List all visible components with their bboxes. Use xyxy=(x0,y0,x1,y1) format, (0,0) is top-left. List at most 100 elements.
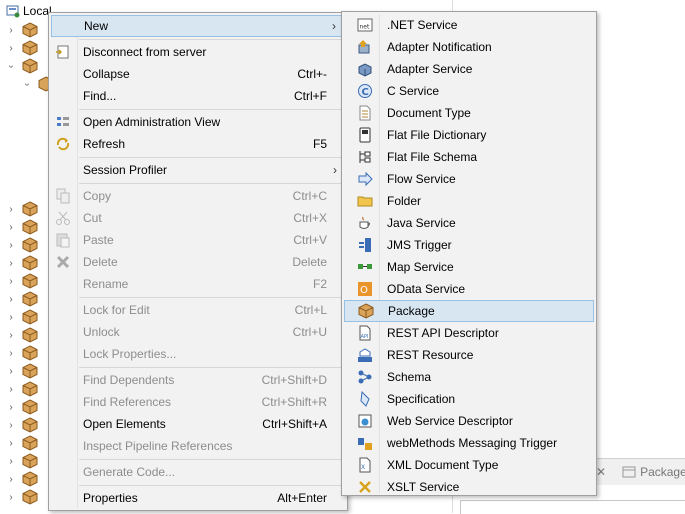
submenu-item-folder[interactable]: Folder xyxy=(344,190,594,212)
tree-row[interactable]: › xyxy=(6,470,38,488)
submenu-item-dotnet-service[interactable]: net .NET Service xyxy=(344,14,594,36)
submenu-item-rest-api-descriptor[interactable]: API REST API Descriptor xyxy=(344,322,594,344)
tab-package[interactable]: Package xyxy=(622,465,685,479)
tree-row[interactable]: › xyxy=(6,39,38,57)
submenu-item-odata-service[interactable]: O OData Service xyxy=(344,278,594,300)
expand-arrow-icon[interactable]: › xyxy=(6,492,16,503)
expand-arrow-icon[interactable]: › xyxy=(6,438,16,449)
expand-arrow-icon[interactable]: › xyxy=(6,420,16,431)
tree-row[interactable]: › xyxy=(6,344,38,362)
submenu-item-adapter-service[interactable]: Adapter Service xyxy=(344,58,594,80)
menu-item-open-elements[interactable]: Open Elements Ctrl+Shift+A xyxy=(51,413,345,435)
submenu-item-label: Flow Service xyxy=(387,172,456,186)
package-icon xyxy=(22,453,38,469)
expand-arrow-icon[interactable]: › xyxy=(6,474,16,485)
expand-arrow-icon[interactable]: › xyxy=(6,294,16,305)
package-icon xyxy=(22,219,38,235)
menu-item-open-admin-view[interactable]: Open Administration View xyxy=(51,111,345,133)
expand-arrow-icon[interactable]: › xyxy=(6,25,16,36)
close-icon[interactable]: ✕ xyxy=(596,465,606,479)
submenu-item-jms-trigger[interactable]: JMS Trigger xyxy=(344,234,594,256)
tree-row[interactable]: › xyxy=(6,362,38,380)
menu-item-find-dependents[interactable]: Find Dependents Ctrl+Shift+D xyxy=(51,369,345,391)
menu-item-inspect-pipeline[interactable]: Inspect Pipeline References xyxy=(51,435,345,457)
menu-separator xyxy=(79,297,343,298)
submenu-item-document-type[interactable]: Document Type xyxy=(344,102,594,124)
menu-item-find-references[interactable]: Find References Ctrl+Shift+R xyxy=(51,391,345,413)
submenu-item-flat-file-dictionary[interactable]: Flat File Dictionary xyxy=(344,124,594,146)
tree-row[interactable]: › xyxy=(6,218,38,236)
expand-arrow-icon[interactable]: › xyxy=(6,384,16,395)
submenu-item-rest-resource[interactable]: REST Resource xyxy=(344,344,594,366)
tree-row[interactable]: › xyxy=(6,200,38,218)
submenu-item-schema[interactable]: Schema xyxy=(344,366,594,388)
menu-item-paste[interactable]: Paste Ctrl+V xyxy=(51,229,345,251)
submenu-item-specification[interactable]: Specification xyxy=(344,388,594,410)
menu-item-disconnect[interactable]: Disconnect from server xyxy=(51,41,345,63)
menu-item-copy[interactable]: Copy Ctrl+C xyxy=(51,185,345,207)
submenu-item-label: XML Document Type xyxy=(387,458,499,472)
expand-arrow-icon[interactable]: › xyxy=(6,366,16,377)
expand-arrow-icon[interactable]: › xyxy=(6,456,16,467)
submenu-item-package[interactable]: Package xyxy=(344,300,594,322)
submenu-item-label: Folder xyxy=(387,194,422,208)
menu-item-lock-for-edit[interactable]: Lock for Edit Ctrl+L xyxy=(51,299,345,321)
expand-arrow-icon[interactable]: › xyxy=(6,258,16,269)
menu-item-generate-code[interactable]: Generate Code... xyxy=(51,461,345,483)
expand-arrow-icon[interactable]: › xyxy=(6,330,16,341)
menu-item-refresh[interactable]: Refresh F5 xyxy=(51,133,345,155)
menu-item-rename[interactable]: Rename F2 xyxy=(51,273,345,295)
menu-item-collapse[interactable]: Collapse Ctrl+- xyxy=(51,63,345,85)
tree-row[interactable]: › xyxy=(6,398,38,416)
expand-arrow-icon[interactable]: › xyxy=(6,348,16,359)
tree-row[interactable]: › xyxy=(6,290,38,308)
submenu-item-xslt-service[interactable]: XSLT Service xyxy=(344,476,594,498)
package-icon xyxy=(22,291,38,307)
tree-row[interactable]: › xyxy=(6,452,38,470)
tree-row[interactable]: › xyxy=(6,326,38,344)
submenu-item-flat-file-schema[interactable]: Flat File Schema xyxy=(344,146,594,168)
menu-item-shortcut: Ctrl+Shift+A xyxy=(262,417,327,431)
expand-arrow-icon[interactable]: › xyxy=(22,79,33,89)
menu-item-session-profiler[interactable]: Session Profiler › xyxy=(51,159,345,181)
expand-arrow-icon[interactable]: › xyxy=(6,240,16,251)
submenu-item-java-service[interactable]: Java Service xyxy=(344,212,594,234)
submenu-item-xml-document-type[interactable]: X XML Document Type xyxy=(344,454,594,476)
menu-item-lock-properties[interactable]: Lock Properties... xyxy=(51,343,345,365)
submenu-item-webmethods-messaging-trigger[interactable]: webMethods Messaging Trigger xyxy=(344,432,594,454)
menu-item-cut[interactable]: Cut Ctrl+X xyxy=(51,207,345,229)
submenu-item-web-service-descriptor[interactable]: Web Service Descriptor xyxy=(344,410,594,432)
expand-arrow-icon[interactable]: › xyxy=(6,204,16,215)
tree-row[interactable]: › xyxy=(6,380,38,398)
tree-row[interactable]: › xyxy=(6,488,38,506)
submenu-item-label: Schema xyxy=(387,370,432,384)
tree-root-local[interactable]: Local xyxy=(6,3,52,19)
expand-arrow-icon[interactable]: › xyxy=(6,222,16,233)
submenu-item-c-service[interactable]: C C Service xyxy=(344,80,594,102)
tree-row[interactable]: › xyxy=(6,254,38,272)
menu-item-properties[interactable]: Properties Alt+Enter xyxy=(51,487,345,509)
tree-row[interactable]: › xyxy=(6,416,38,434)
submenu-item-flow-service[interactable]: Flow Service xyxy=(344,168,594,190)
menu-item-unlock[interactable]: Unlock Ctrl+U xyxy=(51,321,345,343)
expand-arrow-icon[interactable]: › xyxy=(6,312,16,323)
menu-item-shortcut: Ctrl+Shift+D xyxy=(261,373,327,387)
tree-row[interactable]: › xyxy=(6,21,38,39)
tree-row[interactable]: › xyxy=(6,57,38,75)
svg-text:C: C xyxy=(362,87,369,98)
menu-item-find[interactable]: Find... Ctrl+F xyxy=(51,85,345,107)
expand-arrow-icon[interactable]: › xyxy=(6,402,16,413)
tree-row[interactable]: › xyxy=(6,308,38,326)
tree-row[interactable]: › xyxy=(6,272,38,290)
expand-arrow-icon[interactable]: › xyxy=(6,276,16,287)
tree-row[interactable]: › xyxy=(6,236,38,254)
expand-arrow-icon[interactable]: › xyxy=(6,43,16,54)
tree-row[interactable]: › xyxy=(6,434,38,452)
submenu-item-map-service[interactable]: Map Service xyxy=(344,256,594,278)
menu-item-new[interactable]: New › xyxy=(51,15,345,37)
submenu-item-adapter-notification[interactable]: Adapter Notification xyxy=(344,36,594,58)
collapse-arrow-icon[interactable]: › xyxy=(6,61,17,71)
menu-item-delete[interactable]: Delete Delete xyxy=(51,251,345,273)
submenu-item-label: REST API Descriptor xyxy=(387,326,499,340)
menu-item-label: Find References xyxy=(83,395,172,409)
